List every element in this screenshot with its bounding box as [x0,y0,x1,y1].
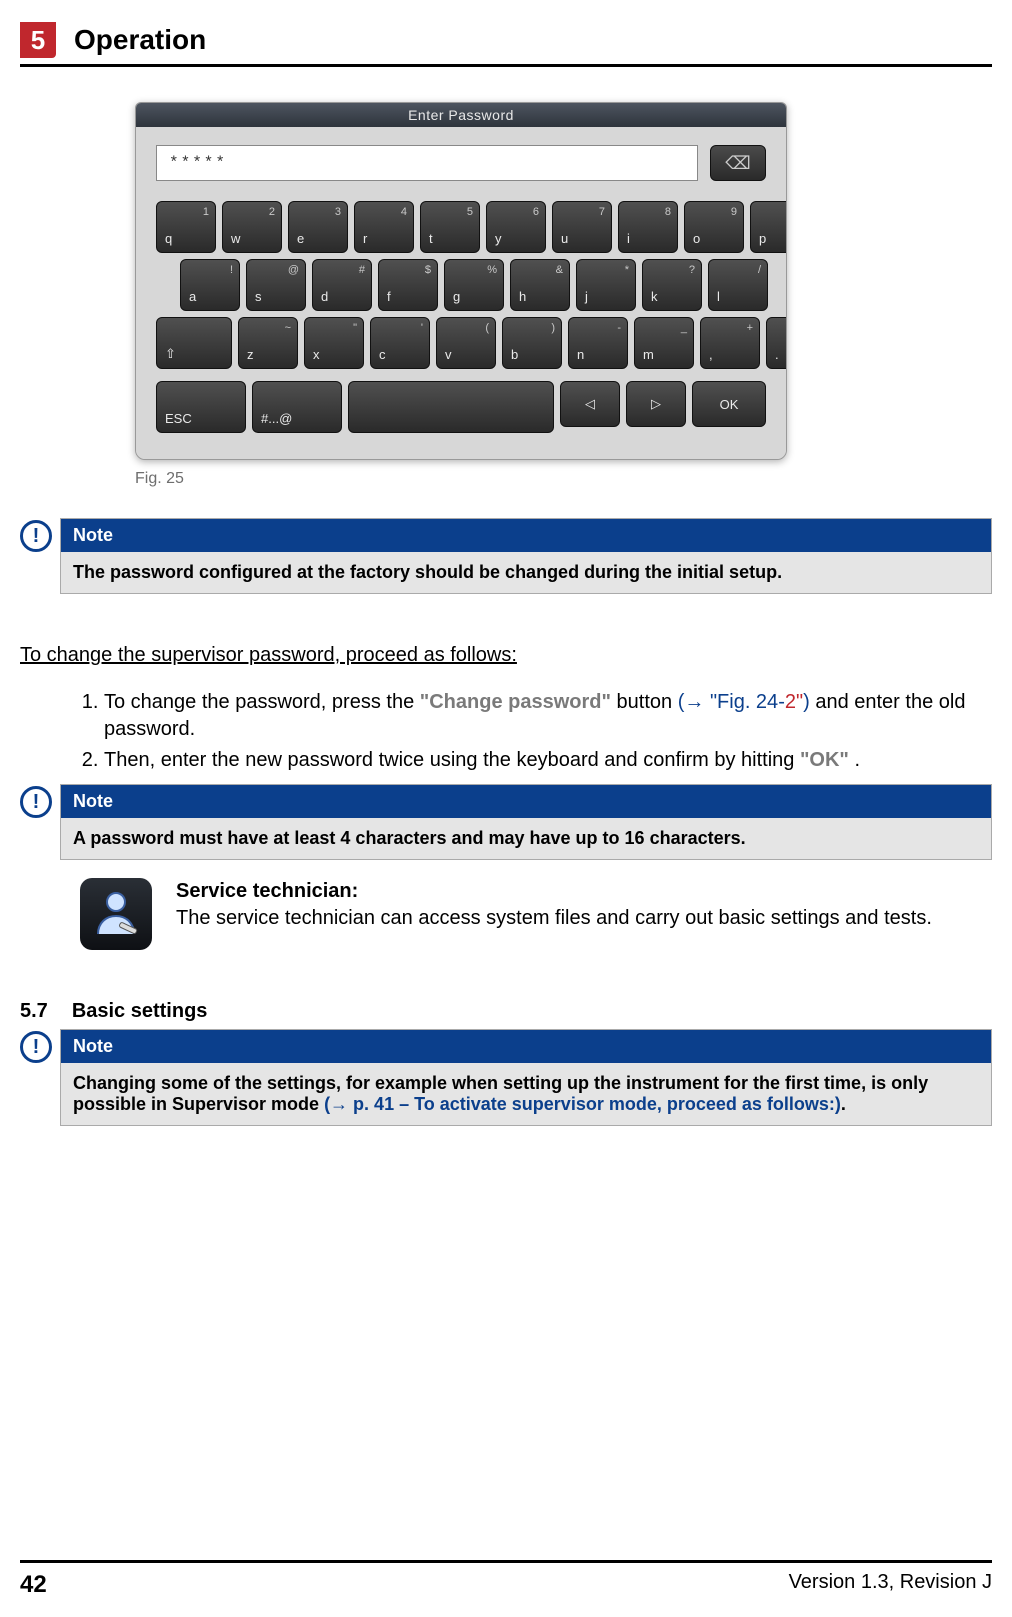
note-heading: Note [61,1030,991,1063]
key-v[interactable]: v( [436,317,496,369]
step-2: Then, enter the new password twice using… [104,747,968,774]
note-body: A password must have at least 4 characte… [61,818,991,859]
symbols-key[interactable]: #...@ [252,381,342,433]
caret-right-key[interactable]: ▷ [626,381,686,427]
change-password-label: "Change password" [420,691,611,713]
key-l[interactable]: l/ [708,259,768,311]
key-e[interactable]: e3 [288,201,348,253]
step-text: . [854,749,860,771]
note-icon: ! [20,1031,52,1063]
footer-rule [20,1560,992,1563]
key-k[interactable]: k? [642,259,702,311]
key-b[interactable]: b) [502,317,562,369]
note-icon: ! [20,520,52,552]
procedure-steps: To change the password, press the "Chang… [80,689,992,774]
key-a[interactable]: a! [180,259,240,311]
key-m[interactable]: m_ [634,317,694,369]
xref-callout-number[interactable]: 2" [785,691,803,713]
key-,[interactable]: ,+ [700,317,760,369]
key-j[interactable]: j* [576,259,636,311]
key-h[interactable]: h& [510,259,570,311]
note-icon: ! [20,786,52,818]
note-text: . [841,1094,846,1114]
section-title: Basic settings [72,1000,208,1023]
note-heading: Note [61,519,991,552]
dialog-title: Enter Password [136,103,786,127]
key-y[interactable]: y6 [486,201,546,253]
key-.[interactable]: .= [766,317,787,369]
chapter-number-badge: 5 [20,22,56,58]
password-input[interactable]: ***** [156,145,698,181]
key-f[interactable]: f$ [378,259,438,311]
step-1: To change the password, press the "Chang… [104,689,968,743]
esc-key[interactable]: ESC [156,381,246,433]
ok-label: "OK" [800,749,849,771]
xref-open: (→ [678,691,710,713]
service-technician-icon [80,878,152,950]
key-x[interactable]: x" [304,317,364,369]
note-heading: Note [61,785,991,818]
service-technician-title: Service technician: [176,878,932,905]
key-r[interactable]: r4 [354,201,414,253]
enter-password-dialog: Enter Password ***** ⌫ q1w2e3r4t5y6u7i8o… [135,102,787,460]
step-text: To change the password, press the [104,691,420,713]
chapter-title: Operation [74,24,206,56]
key-p[interactable]: p0 [750,201,787,253]
key-w[interactable]: w2 [222,201,282,253]
step-text: Then, enter the new password twice using… [104,749,800,771]
header-rule [20,64,992,67]
key-c[interactable]: c' [370,317,430,369]
procedure-lead: To change the supervisor password, proce… [20,644,992,667]
space-key[interactable] [348,381,554,433]
key-q[interactable]: q1 [156,201,216,253]
key-n[interactable]: n- [568,317,628,369]
key-o[interactable]: o9 [684,201,744,253]
xref-figure[interactable]: "Fig. 24 [710,691,778,713]
key-s[interactable]: s@ [246,259,306,311]
figure-25: Enter Password ***** ⌫ q1w2e3r4t5y6u7i8o… [135,102,992,460]
note-body: The password configured at the factory s… [61,552,991,593]
xref-close: ) [803,691,810,713]
shift-key[interactable]: ⇧ [156,317,232,369]
service-technician-body: The service technician can access system… [176,905,932,932]
key-d[interactable]: d# [312,259,372,311]
figure-caption: Fig. 25 [135,470,992,488]
key-u[interactable]: u7 [552,201,612,253]
step-text: button [617,691,678,713]
xref-supervisor-mode[interactable]: (→ p. 41 – To activate supervisor mode, … [324,1094,841,1114]
ok-key[interactable]: OK [692,381,766,427]
note-body: Changing some of the settings, for examp… [61,1063,991,1125]
backspace-key[interactable]: ⌫ [710,145,766,181]
caret-left-key[interactable]: ◁ [560,381,620,427]
xref-dash: - [778,691,785,713]
key-t[interactable]: t5 [420,201,480,253]
key-z[interactable]: z~ [238,317,298,369]
key-g[interactable]: g% [444,259,504,311]
section-number: 5.7 [20,1000,48,1023]
key-i[interactable]: i8 [618,201,678,253]
